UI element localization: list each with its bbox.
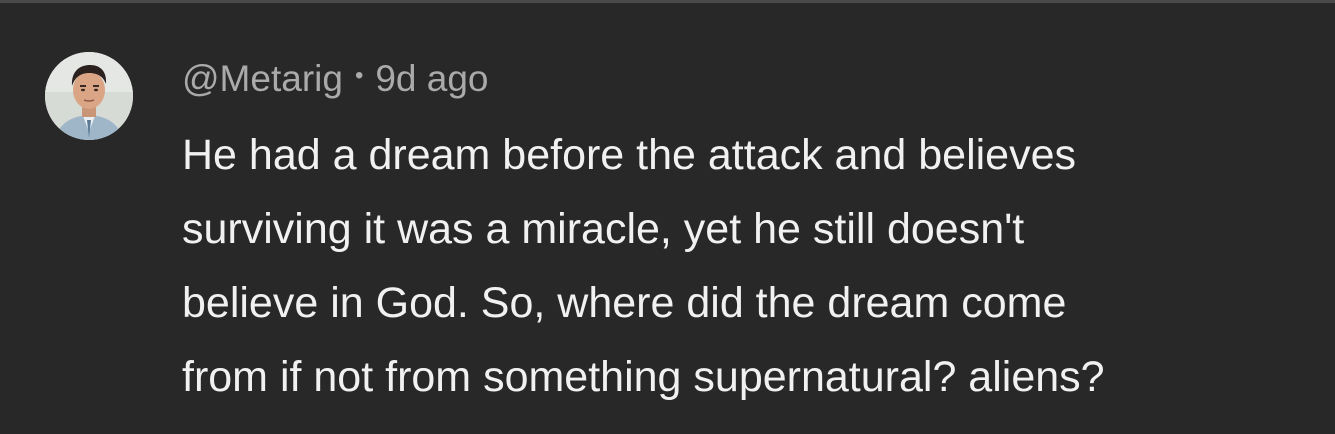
user-avatar[interactable] bbox=[45, 52, 133, 140]
comment-text-line: from if not from something supernatural?… bbox=[182, 353, 1105, 401]
avatar-photo-icon bbox=[45, 52, 133, 140]
comment-timestamp[interactable]: 9d ago bbox=[375, 58, 488, 100]
comment-text-line: surviving it was a miracle, yet he still… bbox=[182, 205, 1025, 253]
comment-item: @Metarig • 9d ago He had a dream before … bbox=[0, 0, 1335, 434]
author-name[interactable]: @Metarig bbox=[182, 58, 343, 100]
comment-text-line: He had a dream before the attack and bel… bbox=[182, 131, 1077, 179]
comment-text-line: believe in God. So, where did the dream … bbox=[182, 279, 1067, 327]
comment-text: He had a dream before the attack and bel… bbox=[182, 118, 1322, 414]
comment-meta: @Metarig • 9d ago bbox=[182, 56, 489, 102]
meta-separator: • bbox=[354, 62, 364, 89]
